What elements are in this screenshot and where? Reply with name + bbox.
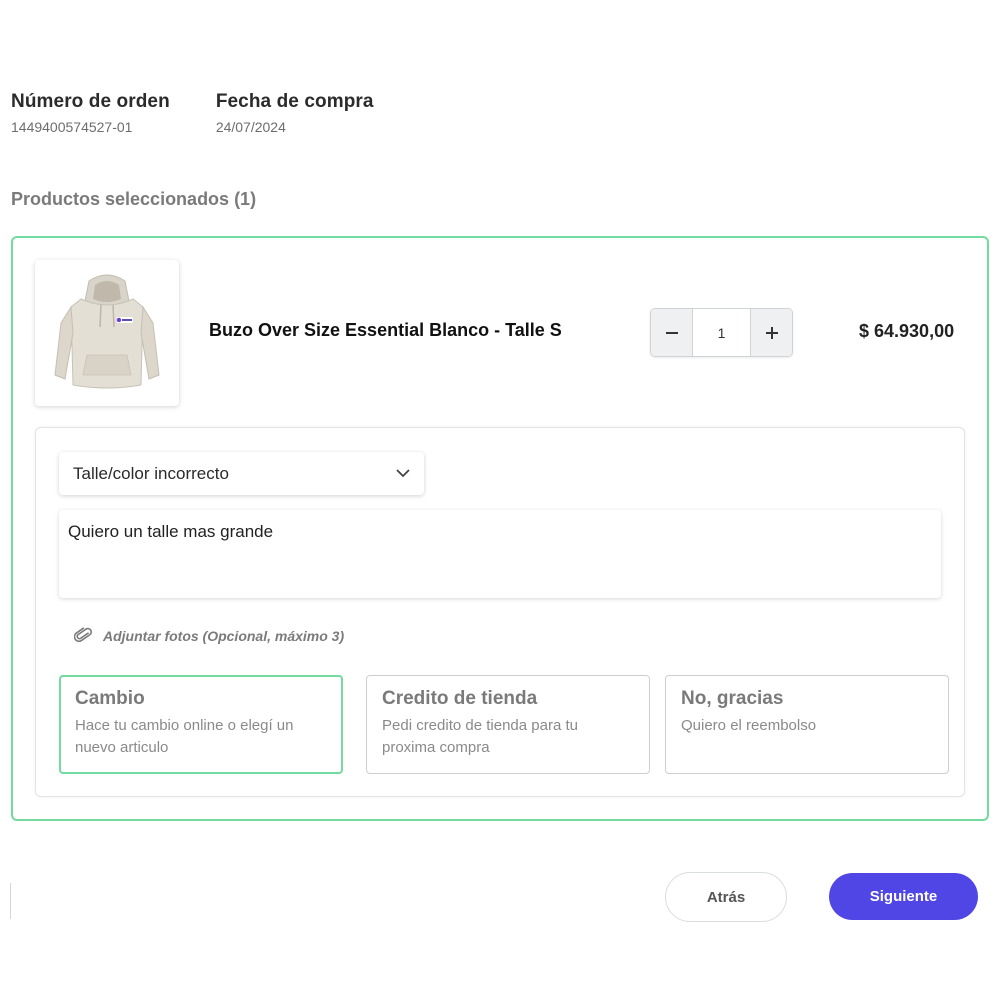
selected-products-title: Productos seleccionados (1) — [11, 189, 257, 209]
option-title: Credito de tienda — [382, 688, 538, 709]
return-reason-value: Talle/color incorrecto — [73, 463, 229, 483]
divider — [10, 883, 11, 919]
order-number-label: Número de orden — [11, 91, 170, 112]
purchase-date-value: 24/07/2024 — [215, 119, 286, 135]
option-title: Cambio — [75, 688, 145, 709]
paperclip-icon — [74, 627, 93, 643]
back-button[interactable]: Atrás — [665, 872, 787, 922]
order-meta: Número de orden 1449400574527-01 Fecha d… — [11, 91, 420, 135]
minus-icon — [665, 331, 678, 334]
quantity-value[interactable]: 1 — [693, 309, 750, 356]
quantity-stepper: 1 — [650, 308, 793, 357]
decrease-quantity-button[interactable] — [651, 309, 693, 356]
product-price: $ 64.930,00 — [859, 321, 955, 341]
increase-quantity-button[interactable] — [750, 309, 792, 356]
hoodie-product-image — [54, 274, 160, 389]
return-details-panel: Talle/color incorrecto Quiero un talle m… — [35, 427, 965, 797]
option-title: No, gracias — [681, 688, 784, 709]
chevron-down-icon — [396, 467, 410, 481]
product-name: Buzo Over Size Essential Blanco - Talle … — [209, 320, 562, 340]
return-reason-select[interactable]: Talle/color incorrecto — [59, 452, 424, 495]
option-no-gracias[interactable]: No, gracias Quiero el reembolso — [665, 675, 949, 774]
product-card: Buzo Over Size Essential Blanco - Talle … — [11, 236, 989, 821]
return-request-page: Número de orden 1449400574527-01 Fecha d… — [0, 0, 1000, 1000]
purchase-date-block: Fecha de compra 24/07/2024 — [216, 91, 374, 135]
next-button[interactable]: Siguiente — [829, 873, 978, 920]
option-description: Quiero el reembolso — [681, 717, 817, 734]
attach-photos-link[interactable]: Adjuntar fotos (Opcional, máximo 3) — [74, 626, 344, 646]
return-comment-field[interactable]: Quiero un talle mas grande — [59, 510, 941, 598]
product-thumbnail — [35, 260, 179, 406]
plus-icon — [765, 326, 778, 339]
option-credito-tienda[interactable]: Credito de tienda Pedi credito de tienda… — [366, 675, 650, 774]
purchase-date-label: Fecha de compra — [215, 91, 374, 112]
option-cambio[interactable]: Cambio Hace tu cambio online o elegí un … — [59, 675, 343, 774]
option-description: Pedi credito de tienda para tu proxima c… — [382, 717, 578, 756]
order-number-value: 1449400574527-01 — [11, 119, 133, 135]
attach-photos-label: Adjuntar fotos (Opcional, máximo 3) — [103, 628, 345, 644]
option-description: Hace tu cambio online o elegí un nuevo a… — [75, 717, 294, 756]
order-number-block: Número de orden 1449400574527-01 — [11, 91, 170, 135]
